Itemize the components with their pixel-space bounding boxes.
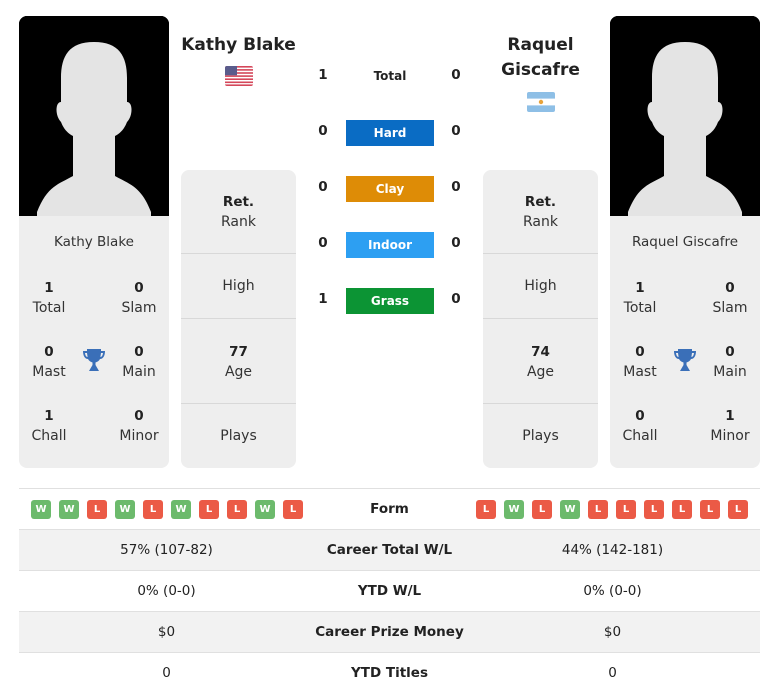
player1-rank: Ret. Rank [221,194,256,230]
h2h-clay-p1: 0 [318,179,328,195]
form-badge-loss[interactable]: L [616,500,636,519]
trophy-icon [83,349,105,371]
form-badge-loss[interactable]: L [644,500,664,519]
divider [483,403,598,404]
player1-ytd-wl: 0% (0-0) [137,583,196,599]
form-badge-loss[interactable]: L [87,500,107,519]
player1-stat-chall: 1 Chall [31,408,67,444]
surface-hard[interactable]: Hard [346,120,434,146]
surface-indoor[interactable]: Indoor [346,232,434,258]
divider [181,253,296,254]
player1-plays: Plays [220,428,257,444]
player2-titles-card: Raquel Giscafre 1 Total 0 Slam 0 Mast 0 Main… [610,216,760,468]
player2-prize-money: $0 [603,624,622,640]
silhouette-icon [19,16,169,216]
h2h-hard-p2: 0 [451,123,461,139]
form-badge-win[interactable]: W [504,500,524,519]
divider [181,403,296,404]
h2h-clay-p2: 0 [451,179,461,195]
table-row-prize-money: $0 Career Prize Money $0 [19,612,760,653]
player1-high: High [222,278,255,294]
form-badge-loss[interactable]: L [532,500,552,519]
player1-titles-card: Kathy Blake 1 Total 0 Slam 0 Mast 0 Main 1 Ch… [19,216,169,468]
form-badge-win[interactable]: W [31,500,51,519]
player1-card-name[interactable]: Kathy Blake [19,234,169,250]
player1-photo [19,16,169,216]
player1-prize-money: $0 [157,624,176,640]
form-badge-win[interactable]: W [171,500,191,519]
player2-form-badges: LWLWLLLLLL [476,500,748,519]
player1-stat-slam: 0 Slam [121,280,157,316]
h2h-total-label: Total [373,69,407,83]
surface-grass[interactable]: Grass [346,288,434,314]
form-badge-loss[interactable]: L [588,500,608,519]
player2-info-panel: Ret. Rank High 74 Age Plays [483,170,598,468]
surface-clay[interactable]: Clay [346,176,434,202]
player2-rank: Ret. Rank [523,194,558,230]
player2-high: High [524,278,557,294]
usa-flag-icon [225,66,253,86]
player2-stat-main: 0 Main [713,344,747,380]
player2-career-wl: 44% (142-181) [561,542,664,558]
player2-stat-total: 1 Total [623,280,657,316]
form-badge-loss[interactable]: L [700,500,720,519]
silhouette-icon [610,16,760,216]
player2-stat-slam: 0 Slam [712,280,748,316]
player1-stat-total: 1 Total [32,280,66,316]
divider [483,253,598,254]
table-row-form: WWLWLWLLWL Form LWLWLLLLLL [19,489,760,530]
form-badge-loss[interactable]: L [728,500,748,519]
form-badge-win[interactable]: W [560,500,580,519]
player1-career-wl: 57% (107-82) [120,542,213,558]
form-badge-loss[interactable]: L [283,500,303,519]
player1-stat-minor: 0 Minor [119,408,159,444]
player2-plays: Plays [522,428,559,444]
form-badge-win[interactable]: W [59,500,79,519]
h2h-indoor-p2: 0 [451,235,461,251]
player2-ytd-wl: 0% (0-0) [583,583,642,599]
divider [483,318,598,319]
player2-stat-minor: 1 Minor [710,408,750,444]
player2-photo [610,16,760,216]
form-badge-loss[interactable]: L [199,500,219,519]
argentina-flag-icon [527,92,555,112]
player1-age: 77 Age [224,344,253,380]
h2h-hard-p1: 0 [318,123,328,139]
ytd-wl-label: YTD W/L [357,583,422,599]
form-badge-loss[interactable]: L [476,500,496,519]
player1-ytd-titles: 0 [162,665,171,681]
player1-stat-mast: 0 Mast [32,344,66,380]
divider [181,318,296,319]
h2h-indoor-p1: 0 [318,235,328,251]
player2-name[interactable]: Raquel Giscafre [483,33,598,83]
form-badge-loss[interactable]: L [672,500,692,519]
player2-stat-chall: 0 Chall [622,408,658,444]
player2-age: 74 Age [526,344,555,380]
player1-info-panel: Ret. Rank High 77 Age Plays [181,170,296,468]
comparison-table: WWLWLWLLWL Form LWLWLLLLLL 57% (107-82) … [19,488,760,694]
h2h-grass-p1: 1 [318,291,328,307]
h2h-total-p1: 1 [318,67,328,83]
form-label: Form [370,501,409,517]
trophy-icon [674,349,696,371]
form-badge-loss[interactable]: L [143,500,163,519]
prize-money-label: Career Prize Money [315,624,464,640]
h2h-grass-p2: 0 [451,291,461,307]
player1-stat-main: 0 Main [122,344,156,380]
player2-card-name[interactable]: Raquel Giscafre [610,234,760,250]
ytd-titles-label: YTD Titles [351,665,428,681]
table-row-ytd-titles: 0 YTD Titles 0 [19,653,760,694]
player1-form-badges: WWLWLWLLWL [31,500,303,519]
table-row-ytd-wl: 0% (0-0) YTD W/L 0% (0-0) [19,571,760,612]
form-badge-loss[interactable]: L [227,500,247,519]
form-badge-win[interactable]: W [115,500,135,519]
h2h-total-p2: 0 [451,67,461,83]
player1-name[interactable]: Kathy Blake [181,33,296,58]
player2-ytd-titles: 0 [608,665,617,681]
player2-stat-mast: 0 Mast [623,344,657,380]
career-wl-label: Career Total W/L [326,542,453,558]
form-badge-win[interactable]: W [255,500,275,519]
table-row-career-wl: 57% (107-82) Career Total W/L 44% (142-1… [19,530,760,571]
